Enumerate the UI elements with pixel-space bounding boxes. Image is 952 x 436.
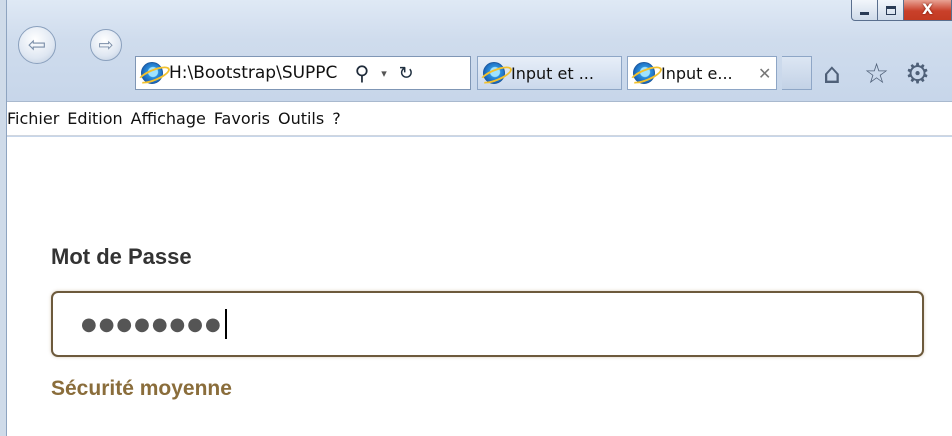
menu-favoris[interactable]: Favoris [214,109,278,128]
address-text[interactable]: H:\Bootstrap\SUPPC [169,63,351,83]
back-arrow-icon: ⇦ [27,32,47,58]
ie-tab-icon [483,62,505,84]
menu-bar: Fichier Edition Affichage Favoris Outils… [7,101,952,136]
maximize-button[interactable] [878,0,904,21]
home-icon[interactable]: ⌂ [823,57,841,90]
back-button[interactable]: ⇦ [18,26,56,64]
window-caption-buttons: X [851,0,952,22]
password-strength-text: Sécurité moyenne [51,377,232,400]
password-input[interactable]: ●●●●●●●● [51,291,924,357]
menu-outils[interactable]: Outils [278,109,332,128]
forward-arrow-icon: ⇨ [98,34,114,56]
close-button[interactable]: X [904,0,952,21]
minimize-icon [860,11,869,15]
tab-input-1[interactable]: Input et ... [477,56,622,90]
browser-window: X ⇦ ⇨ H:\Bootstrap\SUPPC ⚲ ▾ ↻ Input et … [6,0,952,436]
tab-label: Input e... [661,63,733,83]
tab-close-icon[interactable]: ✕ [758,64,776,83]
password-label: Mot de Passe [51,244,192,269]
page-content: Mot de Passe ●●●●●●●● Sécurité moyenne [7,137,952,436]
password-masked-value: ●●●●●●●● [81,313,223,335]
search-icon[interactable]: ⚲ [351,61,373,85]
settings-gear-icon[interactable]: ⚙ [905,57,930,90]
tab-label: Input et ... [511,63,594,83]
ie-page-icon [141,62,163,84]
maximize-icon [885,5,896,15]
ie-tab-icon [633,62,655,84]
address-bar[interactable]: H:\Bootstrap\SUPPC ⚲ ▾ ↻ [135,56,471,90]
refresh-icon[interactable]: ↻ [395,63,417,84]
minimize-button[interactable] [851,0,878,21]
menu-help[interactable]: ? [332,109,349,128]
menu-affichage[interactable]: Affichage [131,109,214,128]
close-icon: X [922,2,933,18]
menu-fichier[interactable]: Fichier [7,109,67,128]
menu-edition[interactable]: Edition [67,109,130,128]
dropdown-icon[interactable]: ▾ [373,67,395,80]
new-tab-button[interactable] [782,56,812,90]
favorites-star-icon[interactable]: ☆ [864,57,889,90]
forward-button[interactable]: ⇨ [90,29,122,61]
text-caret [224,309,227,339]
tab-input-2-active[interactable]: Input e... ✕ [627,56,777,90]
